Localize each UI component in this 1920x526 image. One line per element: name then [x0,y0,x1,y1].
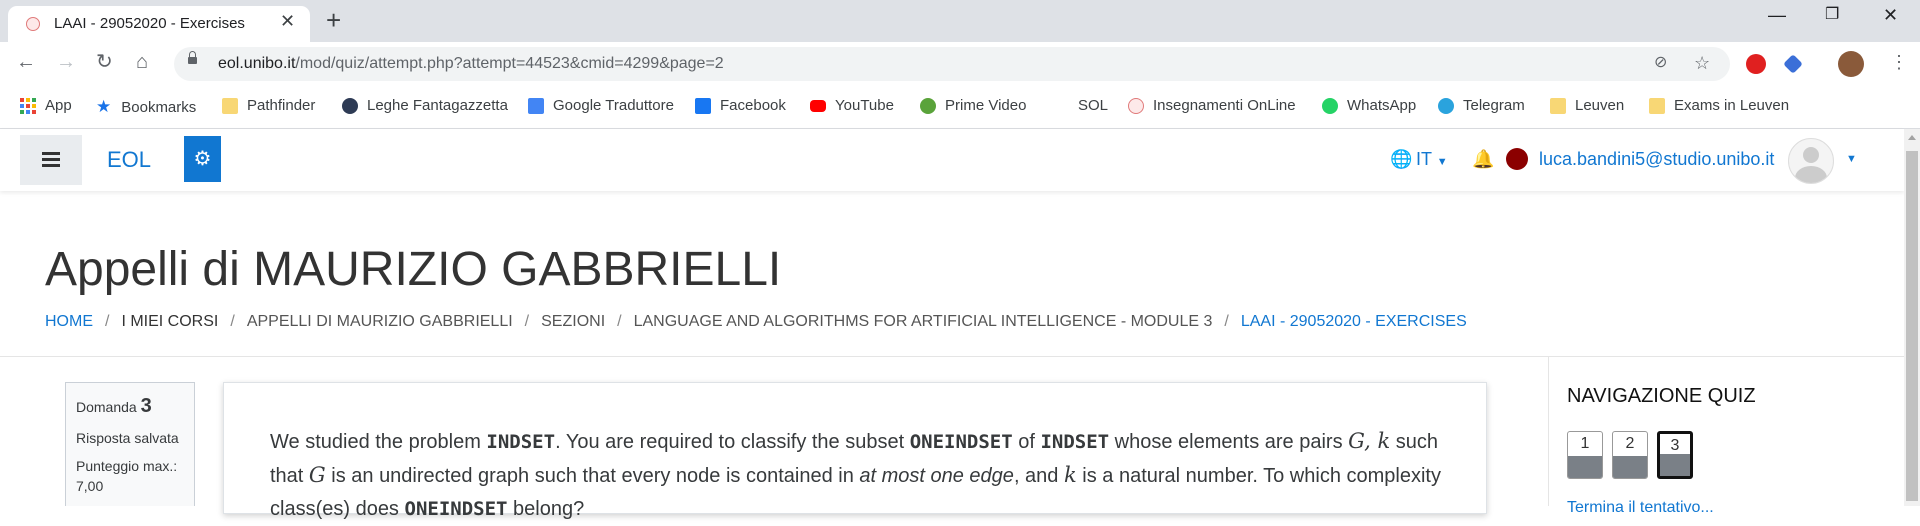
star-icon: ★ [96,97,112,116]
browser-toolbar: ← → ↻ ⌂ eol.unibo.it/mod/quiz/attempt.ph… [0,42,1920,86]
globe-icon[interactable]: 🌐 [1390,149,1412,170]
bookmark-exams-in-leuven[interactable]: Exams in Leuven [1649,97,1789,114]
restore-icon[interactable]: ❐ [1825,6,1839,24]
fantagazzetta-icon [342,97,358,114]
language-menu[interactable]: IT ▼ [1416,149,1448,170]
bookmark-bookmarks[interactable]: ★ Bookmarks [96,97,196,117]
hamburger-icon [42,152,60,155]
breadcrumb-my-courses[interactable]: I MIEI CORSI [121,313,218,330]
reload-icon[interactable]: ↻ [96,52,113,72]
bookmark-insegnamenti-online[interactable]: Insegnamenti OnLine [1128,97,1296,114]
address-bar[interactable]: eol.unibo.it/mod/quiz/attempt.php?attemp… [174,47,1730,81]
bookmark-sol[interactable]: SOL [1078,97,1108,114]
unibo-favicon-icon [26,17,40,31]
window-close-icon[interactable]: ✕ [1883,6,1898,24]
menu-toggle-button[interactable] [20,135,82,185]
folder-icon [1649,97,1665,114]
page-title: Appelli di MAURIZIO GABBRIELLI [45,243,782,296]
breadcrumb-sections[interactable]: SEZIONI [541,313,605,330]
question-status: Risposta salvata [76,430,179,446]
profile-avatar-icon[interactable] [1838,51,1864,77]
apps-grid-icon [20,97,36,114]
bookmark-star-icon[interactable]: ☆ [1694,54,1710,72]
bookmarks-bar: App ★ Bookmarks Pathfinder Leghe Fantaga… [0,86,1920,129]
quiz-navigation-block: NAVIGAZIONE QUIZ 1 2 3 Termina il tentat… [1548,357,1905,516]
extension-icon[interactable] [1783,54,1803,74]
quiz-nav-button-3[interactable]: 3 [1657,431,1693,479]
browser-tab-strip: LAAI - 29052020 - Exercises ✕ + — ❐ ✕ [0,0,1920,42]
bookmark-youtube[interactable]: YouTube [810,97,894,114]
folder-icon [1550,97,1566,114]
question-text: We studied the problem INDSET. You are r… [270,429,1441,520]
bookmark-leghe-fantagazzetta[interactable]: Leghe Fantagazzetta [342,97,508,114]
scrollbar-thumb[interactable] [1906,151,1918,501]
quiz-navigation-title: NAVIGAZIONE QUIZ [1567,385,1756,407]
cogs-icon: ⚙ [193,148,212,170]
breadcrumb-quiz[interactable]: LAAI - 29052020 - EXERCISES [1241,313,1467,330]
finish-attempt-link[interactable]: Termina il tentativo... [1567,499,1714,517]
bookmark-google-translate[interactable]: Google Traduttore [528,97,674,114]
user-menu-caret-icon[interactable]: ▼ [1846,153,1857,165]
telegram-icon [1438,97,1454,114]
cookie-block-icon[interactable]: ⊘ [1654,54,1667,72]
bookmark-prime-video[interactable]: Prime Video [920,97,1026,114]
site-brand-link[interactable]: EOL [107,147,151,173]
tab-title: LAAI - 29052020 - Exercises [54,15,245,32]
google-translate-icon [528,97,544,114]
minimize-icon[interactable]: — [1768,6,1786,24]
whatsapp-icon [1322,97,1338,114]
forward-icon[interactable]: → [56,52,76,72]
breadcrumb-course[interactable]: LANGUAGE AND ALGORITHMS FOR ARTIFICIAL I… [634,313,1213,330]
new-tab-icon[interactable]: + [326,7,341,33]
lock-icon[interactable] [188,51,197,64]
youtube-icon [810,99,826,112]
home-icon[interactable]: ⌂ [136,52,148,72]
url-text[interactable]: eol.unibo.it/mod/quiz/attempt.php?attemp… [218,55,724,73]
scroll-up-icon[interactable] [1908,135,1916,140]
question-points-value: 7,00 [76,478,104,494]
back-icon[interactable]: ← [16,52,36,72]
user-email-link[interactable]: luca.bandini5@studio.unibo.it [1539,149,1774,170]
bookmark-pathfinder[interactable]: Pathfinder [222,97,315,114]
site-navbar: EOL ⚙ 🌐 IT ▼ 🔔 luca.bandini5@studio.unib… [0,129,1904,191]
bookmark-whatsapp[interactable]: WhatsApp [1322,97,1416,114]
notifications-bell-icon[interactable]: 🔔 [1472,149,1494,170]
quiz-nav-button-2[interactable]: 2 [1612,431,1648,479]
folder-icon [222,97,238,114]
prime-video-icon [920,97,936,114]
adblock-extension-icon[interactable] [1746,54,1766,74]
caret-down-icon: ▼ [1436,156,1448,168]
question-number: Domanda 3 [76,395,152,417]
question-card: We studied the problem INDSET. You are r… [223,382,1487,520]
close-tab-icon[interactable]: ✕ [280,12,295,30]
access-lock-icon[interactable] [1506,148,1528,170]
question-points-label: Punteggio max.: [76,458,178,474]
user-avatar[interactable] [1788,138,1834,184]
page-scrollbar[interactable] [1904,129,1920,506]
question-info-box: Domanda 3 Risposta salvata Punteggio max… [65,382,195,506]
facebook-icon [695,97,711,114]
breadcrumb: HOME / I MIEI CORSI / APPELLI DI MAURIZIO GA… [45,313,1467,330]
bookmark-leuven[interactable]: Leuven [1550,97,1624,114]
unibo-icon [1128,97,1144,114]
settings-cogs-button[interactable]: ⚙ [184,136,221,182]
browser-menu-icon[interactable]: ⋮ [1890,52,1908,72]
breadcrumb-home[interactable]: HOME [45,313,93,330]
bookmark-facebook[interactable]: Facebook [695,97,786,114]
browser-tab[interactable]: LAAI - 29052020 - Exercises ✕ [8,6,310,42]
breadcrumb-course-category[interactable]: APPELLI DI MAURIZIO GABBRIELLI [247,313,513,330]
quiz-nav-button-1[interactable]: 1 [1567,431,1603,479]
bookmark-telegram[interactable]: Telegram [1438,97,1525,114]
bookmark-app[interactable]: App [20,97,72,114]
